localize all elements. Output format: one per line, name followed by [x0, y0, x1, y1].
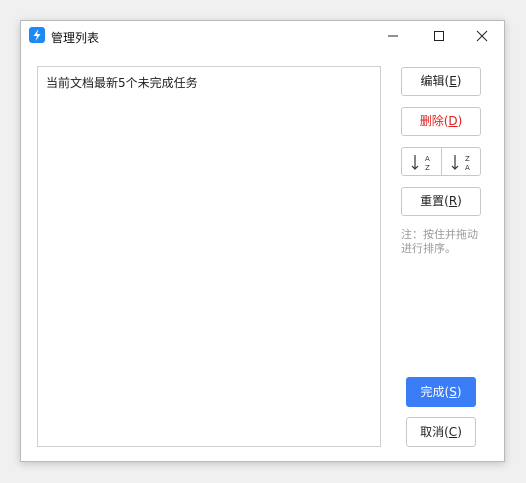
cancel-button-label: 取消( — [420, 425, 449, 439]
list-item[interactable]: 当前文档最新5个未完成任务 — [46, 74, 198, 91]
close-button[interactable] — [459, 21, 505, 51]
cancel-button-suffix: ) — [457, 425, 462, 439]
sort-asc-bottom-letter: Z — [425, 164, 430, 172]
reset-button-key: R — [448, 194, 458, 208]
done-button-label: 完成( — [420, 385, 450, 399]
manage-list-dialog: 管理列表 当前文档最新5个未完成任务 编辑(E) 删除(D) A Z Z A 重… — [20, 20, 505, 462]
edit-button-suffix: ) — [456, 74, 462, 88]
sort-desc-bottom-letter: A — [465, 164, 470, 172]
done-button-suffix: ) — [456, 385, 462, 399]
title-bar[interactable]: 管理列表 — [21, 21, 504, 51]
edit-button-key: E — [449, 74, 457, 88]
cancel-button-key: C — [448, 425, 458, 439]
sort-descending-icon: Z A — [451, 155, 470, 172]
close-icon — [476, 30, 488, 42]
sort-button-group: A Z Z A — [401, 147, 481, 176]
window-title: 管理列表 — [51, 31, 100, 45]
sort-ascending-icon: A Z — [411, 155, 430, 172]
cancel-button[interactable]: 取消(C) — [406, 417, 476, 447]
reset-button[interactable]: 重置(R) — [401, 187, 481, 216]
minimize-button[interactable] — [370, 21, 416, 51]
done-button[interactable]: 完成(S) — [406, 377, 476, 407]
minimize-icon — [388, 35, 398, 37]
delete-button-key: D — [448, 114, 458, 128]
delete-button-label: 删除( — [419, 114, 449, 128]
done-button-key: S — [449, 385, 457, 399]
edit-button-label: 编辑( — [420, 74, 450, 88]
task-list[interactable]: 当前文档最新5个未完成任务 — [37, 66, 381, 447]
sort-descending-button[interactable]: Z A — [442, 148, 481, 175]
edit-button[interactable]: 编辑(E) — [401, 67, 481, 96]
reset-button-label: 重置( — [420, 194, 449, 208]
maximize-icon — [434, 31, 444, 41]
sort-desc-top-letter: Z — [465, 155, 470, 163]
sort-asc-top-letter: A — [425, 155, 430, 163]
reset-button-suffix: ) — [457, 194, 462, 208]
sort-ascending-button[interactable]: A Z — [402, 148, 442, 175]
app-logo-icon — [29, 27, 45, 43]
maximize-button[interactable] — [416, 21, 462, 51]
drag-sort-note: 注：按住并拖动进行排序。 — [401, 228, 478, 255]
delete-button-suffix: ) — [457, 114, 463, 128]
delete-button[interactable]: 删除(D) — [401, 107, 481, 136]
